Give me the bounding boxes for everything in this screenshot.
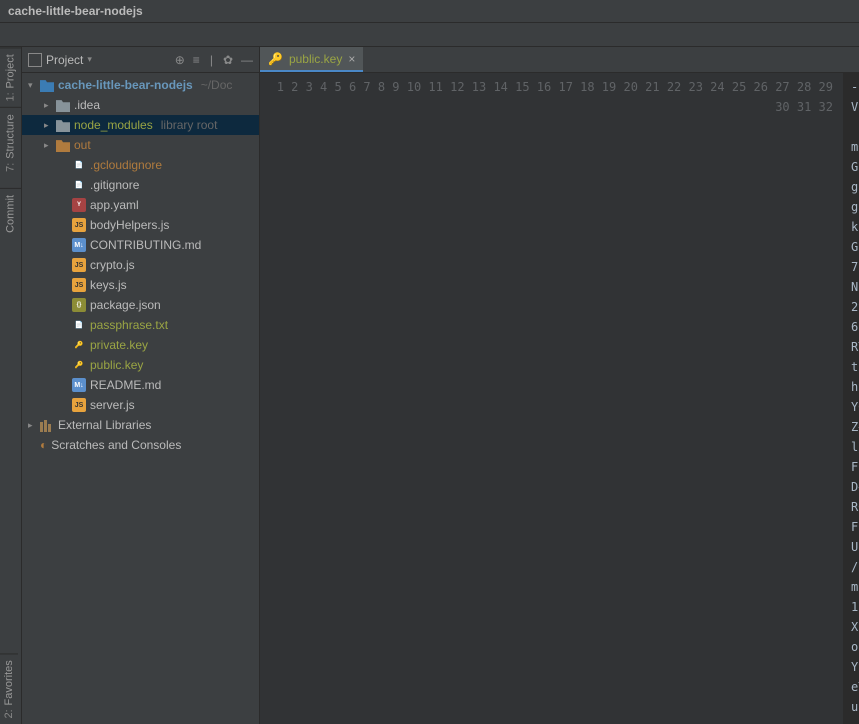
main-toolbar [0,23,859,47]
gutter-tab-commit[interactable]: Commit [0,188,21,239]
code-editor[interactable]: -----BEGIN PGP PUBLIC KEY BLOCK----- Ver… [843,73,859,724]
folder-icon [56,138,70,152]
tree-file[interactable]: M↓CONTRIBUTING.md [22,235,259,255]
tree-file[interactable]: M↓README.md [22,375,259,395]
gutter-tab-project[interactable]: 1: Project [0,47,21,107]
editor-area: 🔑 public.key × 1 2 3 4 5 6 7 8 9 10 11 1… [260,47,859,724]
gutter-tab-favorites[interactable]: 2: Favorites [0,653,18,724]
tree-folder-idea[interactable]: ▸ .idea [22,95,259,115]
project-panel-header: Project ▾ ⊕ ≡ | ✿ — [22,47,259,73]
tree-file[interactable]: JSserver.js [22,395,259,415]
hide-icon[interactable]: — [241,53,253,67]
expand-arrow-icon[interactable]: ▸ [44,100,52,111]
expand-arrow-icon[interactable]: ▸ [28,420,36,431]
project-folder-icon [40,78,54,92]
project-view-icon [28,53,42,67]
folder-icon [56,118,70,132]
project-tree: ▾ cache-little-bear-nodejs ~/Doc ▸ .idea… [22,73,259,457]
tree-file[interactable]: {}package.json [22,295,259,315]
project-panel-title: Project [46,53,83,67]
settings-icon[interactable]: ✿ [223,53,233,67]
tool-window-left-gutter: 1: Project 7: Structure Commit 2: Favori… [0,47,22,724]
folder-icon [56,98,70,112]
tree-file[interactable]: 🔑public.key [22,355,259,375]
tree-file[interactable]: 📄.gitignore [22,175,259,195]
tree-external-libraries[interactable]: ▸ External Libraries [22,415,259,435]
tree-folder-out[interactable]: ▸ out [22,135,259,155]
tree-file[interactable]: Yapp.yaml [22,195,259,215]
expand-arrow-icon[interactable]: ▸ [44,120,52,131]
tree-root[interactable]: ▾ cache-little-bear-nodejs ~/Doc [22,75,259,95]
editor-body: 1 2 3 4 5 6 7 8 9 10 11 12 13 14 15 16 1… [260,73,859,724]
editor-tab-public-key[interactable]: 🔑 public.key × [260,47,363,72]
scratches-icon: ◐ [40,438,47,452]
tree-file[interactable]: JSkeys.js [22,275,259,295]
editor-tab-bar: 🔑 public.key × [260,47,859,73]
tree-file[interactable]: 📄.gcloudignore [22,155,259,175]
window-title-bar: cache-little-bear-nodejs [0,0,859,23]
close-tab-icon[interactable]: × [348,52,355,66]
window-title: cache-little-bear-nodejs [8,4,143,18]
line-numbers-gutter: 1 2 3 4 5 6 7 8 9 10 11 12 13 14 15 16 1… [260,73,843,724]
expand-arrow-icon[interactable]: ▸ [44,140,52,151]
project-tool-window: Project ▾ ⊕ ≡ | ✿ — ▾ cache-little-bear-… [22,47,260,724]
collapse-all-icon[interactable]: ≡ [193,53,200,67]
content-area: 1: Project 7: Structure Commit 2: Favori… [0,47,859,724]
tree-folder-node-modules[interactable]: ▸ node_modules library root [22,115,259,135]
select-opened-file-icon[interactable]: ⊕ [175,53,185,67]
library-icon [40,418,54,432]
expand-arrow-icon[interactable]: ▾ [28,80,36,91]
tree-file[interactable]: 📄passphrase.txt [22,315,259,335]
gutter-tab-structure[interactable]: 7: Structure [0,107,21,178]
key-file-icon: 🔑 [268,52,283,66]
tree-file[interactable]: 🔑private.key [22,335,259,355]
tree-file[interactable]: JScrypto.js [22,255,259,275]
dropdown-icon[interactable]: ▾ [87,54,92,65]
tree-file[interactable]: JSbodyHelpers.js [22,215,259,235]
tree-scratches[interactable]: ◐ Scratches and Consoles [22,435,259,455]
